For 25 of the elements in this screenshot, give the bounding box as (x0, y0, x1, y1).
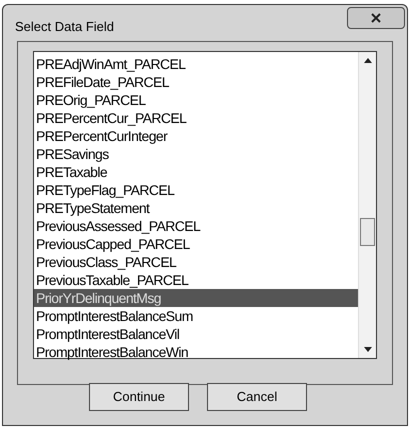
list-item[interactable]: PRETypeFlag_PARCEL (34, 181, 358, 199)
list-item[interactable]: PreviousAssessed_PARCEL (34, 217, 358, 235)
list-item[interactable]: PREFileDate_PARCEL (34, 73, 358, 91)
dialog-button[interactable]: Continue (89, 383, 189, 411)
list-item[interactable]: PREOrig_PARCEL (34, 91, 358, 109)
close-icon (371, 13, 381, 23)
list-item[interactable]: PreviousClass_PARCEL (34, 253, 358, 271)
list-item[interactable]: PromptInterestBalanceSum (34, 307, 358, 325)
scroll-down-icon (364, 347, 372, 352)
list-item[interactable]: PreviousCapped_PARCEL (34, 235, 358, 253)
list-item[interactable]: PriorYrDelinquentMsg (34, 289, 358, 307)
list-item[interactable]: PromptInterestBalanceVil (34, 325, 358, 343)
scroll-up-icon (364, 58, 372, 63)
list-item[interactable]: PRETypeStatement (34, 199, 358, 217)
list-item[interactable]: PRETaxable (34, 163, 358, 181)
list-item[interactable]: PREPercentCurInteger (34, 127, 358, 145)
close-button[interactable] (347, 7, 405, 29)
list-item[interactable]: PromptInterestBalanceWin (34, 343, 358, 361)
list-item[interactable]: PREAdjWinAmt_PARCEL (34, 55, 358, 73)
scroll-thumb[interactable] (360, 218, 375, 246)
list-item[interactable]: PRESavings (34, 145, 358, 163)
list-item[interactable]: PreviousTaxable_PARCEL (34, 271, 358, 289)
dialog-button[interactable]: Cancel (207, 383, 307, 411)
list-item[interactable]: PREPercentCur_PARCEL (34, 109, 358, 127)
window-title: Select Data Field (15, 18, 114, 36)
